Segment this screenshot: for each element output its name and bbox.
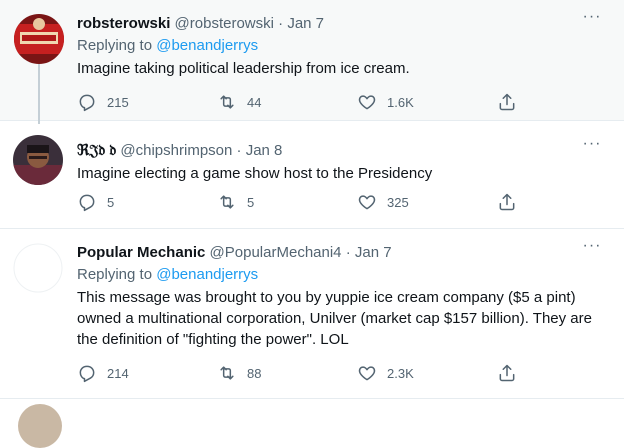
share-icon <box>497 363 517 383</box>
tweet-actions: 215 44 1.6K <box>77 90 610 114</box>
reply-icon <box>77 92 97 112</box>
tweet-text: Imagine electing a game show host to the… <box>77 165 433 182</box>
tweet-date[interactable]: Jan 7 <box>355 244 392 261</box>
like-button[interactable]: 1.6K <box>357 90 414 114</box>
share-icon <box>497 92 517 112</box>
user-handle[interactable]: @chipshrimpson <box>120 142 232 159</box>
replying-to-label: Replying to <box>77 37 153 54</box>
more-options-icon[interactable]: ··· <box>582 238 602 261</box>
reply-button[interactable]: 215 <box>77 90 129 114</box>
separator-dot: · <box>345 244 351 261</box>
tweet-actions: 214 88 2.3K <box>77 361 610 385</box>
reply-icon <box>77 192 97 212</box>
avatar-image-icon <box>14 14 64 64</box>
tweet-header: Popular Mechanic @PopularMechani4 · Jan … <box>77 243 610 263</box>
like-button[interactable]: 2.3K <box>357 361 414 385</box>
avatar[interactable] <box>13 243 63 293</box>
like-count: 2.3K <box>387 365 414 381</box>
retweet-icon <box>217 92 237 112</box>
tweet-header: ℜ𝔍𝔡 𝔡 @chipshrimpson · Jan 8 <box>77 141 610 161</box>
thread-connector-line <box>38 64 40 124</box>
retweet-icon <box>217 363 237 383</box>
retweet-button[interactable]: 44 <box>217 90 261 114</box>
display-name[interactable]: robsterowski <box>77 15 170 32</box>
replying-to: Replying to @benandjerrys <box>77 36 610 56</box>
reply-count: 5 <box>107 194 115 210</box>
share-icon <box>497 192 517 212</box>
retweet-count: 44 <box>247 94 262 110</box>
retweet-button[interactable]: 5 <box>217 190 254 214</box>
tweet-chipshrimpson[interactable]: ℜ𝔍𝔡 𝔡 @chipshrimpson · Jan 8 Imagine ele… <box>0 121 624 229</box>
display-name[interactable]: Popular Mechanic <box>77 244 205 261</box>
separator-dot: · <box>236 142 242 159</box>
tweet-popularmechani4[interactable]: Popular Mechanic @PopularMechani4 · Jan … <box>0 229 624 399</box>
user-handle[interactable]: @robsterowski <box>175 15 274 32</box>
like-button[interactable]: 325 <box>357 190 409 214</box>
separator-dot: · <box>278 15 284 32</box>
retweet-button[interactable]: 88 <box>217 361 261 385</box>
reply-count: 214 <box>107 365 129 381</box>
more-options-icon[interactable]: ··· <box>582 136 602 159</box>
retweet-icon <box>217 192 237 212</box>
share-button[interactable] <box>497 361 517 385</box>
heart-icon <box>357 363 377 383</box>
tweet-actions: 5 5 325 <box>77 190 610 214</box>
retweet-count: 5 <box>247 194 255 210</box>
user-handle[interactable]: @PopularMechani4 <box>210 244 342 261</box>
avatar-placeholder-icon <box>13 243 63 293</box>
reply-count: 215 <box>107 94 129 110</box>
replying-to-label: Replying to <box>77 266 153 283</box>
avatar-image-icon <box>13 135 63 185</box>
reply-button[interactable]: 5 <box>77 190 114 214</box>
like-count: 1.6K <box>387 94 414 110</box>
retweet-count: 88 <box>247 365 262 381</box>
avatar[interactable] <box>13 135 63 185</box>
heart-icon <box>357 192 377 212</box>
more-options-icon[interactable]: ··· <box>582 9 602 32</box>
tweet-date[interactable]: Jan 7 <box>287 15 324 32</box>
avatar[interactable] <box>14 14 64 64</box>
heart-icon <box>357 92 377 112</box>
replying-to: Replying to @benandjerrys <box>77 265 610 285</box>
share-button[interactable] <box>497 90 517 114</box>
tweet-text: This message was brought to you by yuppi… <box>77 289 592 348</box>
display-name[interactable]: ℜ𝔍𝔡 𝔡 <box>77 142 116 159</box>
reply-mention-link[interactable]: @benandjerrys <box>156 266 258 283</box>
share-button[interactable] <box>497 190 517 214</box>
tweet-robsterowski[interactable]: robsterowski @robsterowski · Jan 7 Reply… <box>0 0 624 124</box>
tweet-text: Imagine taking political leadership from… <box>77 60 410 77</box>
reply-icon <box>77 363 97 383</box>
reply-mention-link[interactable]: @benandjerrys <box>156 37 258 54</box>
like-count: 325 <box>387 194 409 210</box>
tweet-date[interactable]: Jan 8 <box>246 142 283 159</box>
reply-button[interactable]: 214 <box>77 361 129 385</box>
tweet-header: robsterowski @robsterowski · Jan 7 <box>77 14 610 34</box>
